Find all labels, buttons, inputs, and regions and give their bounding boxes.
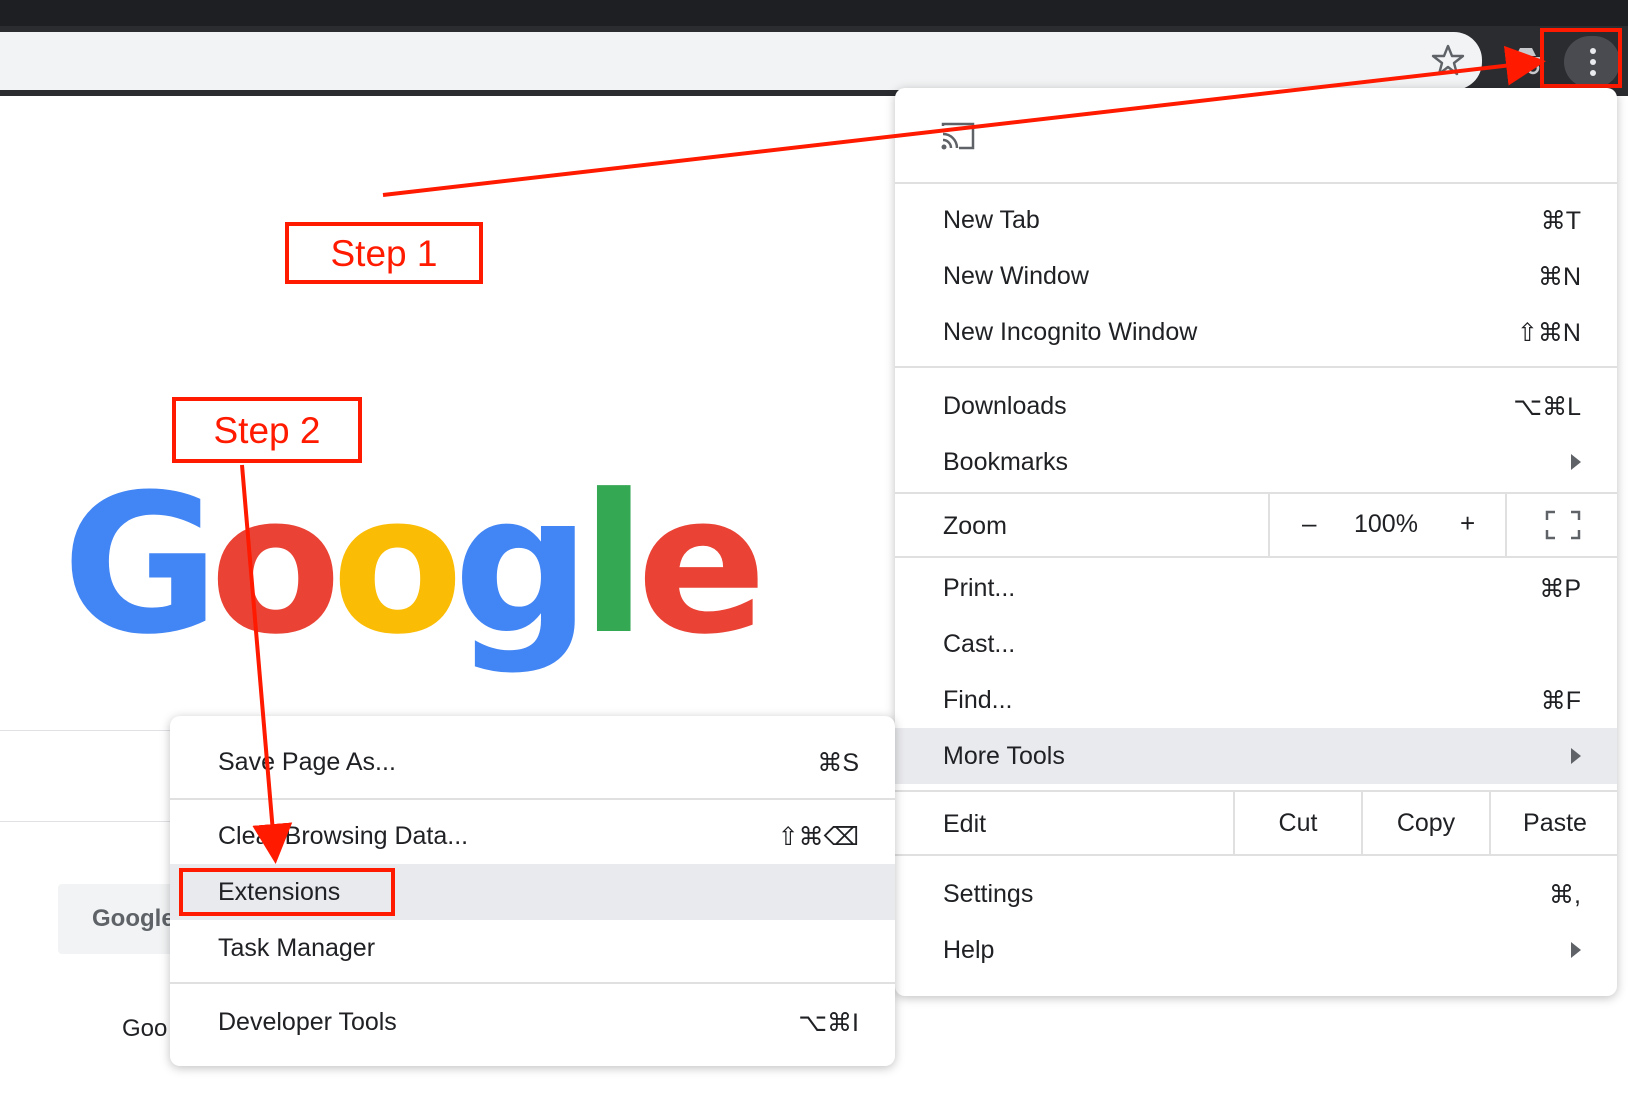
menu-item-label: Print... xyxy=(943,574,1016,602)
menu-item-label: Cast... xyxy=(943,630,1016,658)
menu-divider xyxy=(895,182,1617,184)
menu-item-shortcut: ⌥⌘L xyxy=(1513,393,1581,421)
menu-divider xyxy=(895,556,1617,558)
submenu-arrow-icon xyxy=(1571,454,1581,470)
menu-item-label: Find... xyxy=(943,686,1013,714)
menu-divider xyxy=(170,982,895,984)
menu-item-more-tools[interactable]: More Tools xyxy=(895,728,1617,784)
submenu-item-task-manager[interactable]: Task Manager xyxy=(170,920,895,976)
logo-letter: e xyxy=(636,454,767,677)
menu-item-settings[interactable]: Settings ⌘, xyxy=(895,866,1617,922)
copy-button[interactable]: Copy xyxy=(1361,792,1489,854)
edit-row: Edit Cut Copy Paste xyxy=(895,792,1617,854)
tab-strip xyxy=(0,0,1628,26)
menu-item-label: Help xyxy=(943,936,995,964)
submenu-arrow-icon xyxy=(1571,748,1581,764)
menu-item-help[interactable]: Help xyxy=(895,922,1617,978)
zoom-in-button[interactable]: + xyxy=(1460,508,1475,539)
highlight-extensions xyxy=(179,868,395,916)
address-bar[interactable] xyxy=(0,32,1482,90)
cut-button[interactable]: Cut xyxy=(1233,792,1361,854)
menu-item-label: New Tab xyxy=(943,206,1040,234)
step-2-label: Step 2 xyxy=(172,397,362,463)
menu-divider xyxy=(895,854,1617,856)
browser-toolbar xyxy=(0,0,1628,96)
menu-item-shortcut: ⇧⌘⌫ xyxy=(777,823,859,851)
menu-item-shortcut: ⌘F xyxy=(1540,687,1581,715)
menu-item-new-window[interactable]: New Window ⌘N xyxy=(895,248,1617,304)
zoom-controls: – 100% + xyxy=(1268,494,1507,556)
menu-divider xyxy=(895,366,1617,368)
google-search-button[interactable]: Google xyxy=(58,884,178,954)
zoom-level: 100% xyxy=(1354,510,1418,538)
menu-item-label: Developer Tools xyxy=(218,1008,397,1036)
menu-item-label: New Window xyxy=(943,262,1089,290)
menu-item-label: Clear Browsing Data... xyxy=(218,822,469,850)
zoom-out-button[interactable]: – xyxy=(1302,508,1316,539)
submenu-item-clear-browsing-data[interactable]: Clear Browsing Data... ⇧⌘⌫ xyxy=(170,808,895,864)
menu-item-new-tab[interactable]: New Tab ⌘T xyxy=(895,192,1617,248)
star-icon[interactable] xyxy=(1428,40,1468,80)
submenu-item-save-page-as[interactable]: Save Page As... ⌘S xyxy=(170,734,895,790)
menu-divider xyxy=(170,798,895,800)
menu-item-downloads[interactable]: Downloads ⌥⌘L xyxy=(895,378,1617,434)
menu-item-shortcut: ⌘P xyxy=(1539,575,1581,603)
logo-letter: l xyxy=(580,454,647,677)
menu-item-label: More Tools xyxy=(943,742,1065,770)
paste-button[interactable]: Paste xyxy=(1489,792,1619,854)
cast-icon[interactable] xyxy=(941,122,977,152)
zoom-row: Zoom – 100% + xyxy=(895,494,1617,556)
menu-item-shortcut: ⌘T xyxy=(1540,207,1581,235)
chrome-menu: New Tab ⌘T New Window ⌘N New Incognito W… xyxy=(895,88,1617,996)
logo-letter: o xyxy=(209,454,342,677)
submenu-arrow-icon xyxy=(1571,942,1581,958)
menu-item-shortcut: ⌘S xyxy=(817,749,859,777)
menu-item-shortcut: ⌘, xyxy=(1549,881,1581,909)
logo-letter: G xyxy=(62,454,220,677)
footer-text: Goo xyxy=(122,1015,168,1042)
menu-item-label: Save Page As... xyxy=(218,748,396,776)
menu-item-find[interactable]: Find... ⌘F xyxy=(895,672,1617,728)
menu-item-new-incognito-window[interactable]: New Incognito Window ⇧⌘N xyxy=(895,304,1617,360)
highlight-menu-button xyxy=(1540,28,1622,88)
google-logo: Google xyxy=(62,454,767,677)
search-box[interactable] xyxy=(0,730,170,822)
menu-item-label: New Incognito Window xyxy=(943,318,1198,346)
menu-item-shortcut: ⌥⌘I xyxy=(798,1009,859,1037)
menu-item-label: Bookmarks xyxy=(943,448,1069,476)
menu-item-shortcut: ⇧⌘N xyxy=(1516,319,1581,347)
menu-item-label: Downloads xyxy=(943,392,1067,420)
menu-item-shortcut: ⌘N xyxy=(1537,263,1581,291)
menu-item-bookmarks[interactable]: Bookmarks xyxy=(895,434,1617,490)
menu-item-label: Task Manager xyxy=(218,934,376,962)
logo-letter: o xyxy=(331,454,464,677)
menu-item-print[interactable]: Print... ⌘P xyxy=(895,560,1617,616)
menu-item-label: Settings xyxy=(943,880,1034,908)
fullscreen-icon[interactable] xyxy=(1545,510,1581,540)
submenu-item-developer-tools[interactable]: Developer Tools ⌥⌘I xyxy=(170,994,895,1050)
logo-letter: g xyxy=(453,454,590,677)
step-1-label: Step 1 xyxy=(285,222,483,284)
menu-item-cast[interactable]: Cast... xyxy=(895,616,1617,672)
zoom-label: Zoom xyxy=(943,512,1007,540)
edit-label: Edit xyxy=(943,810,987,838)
